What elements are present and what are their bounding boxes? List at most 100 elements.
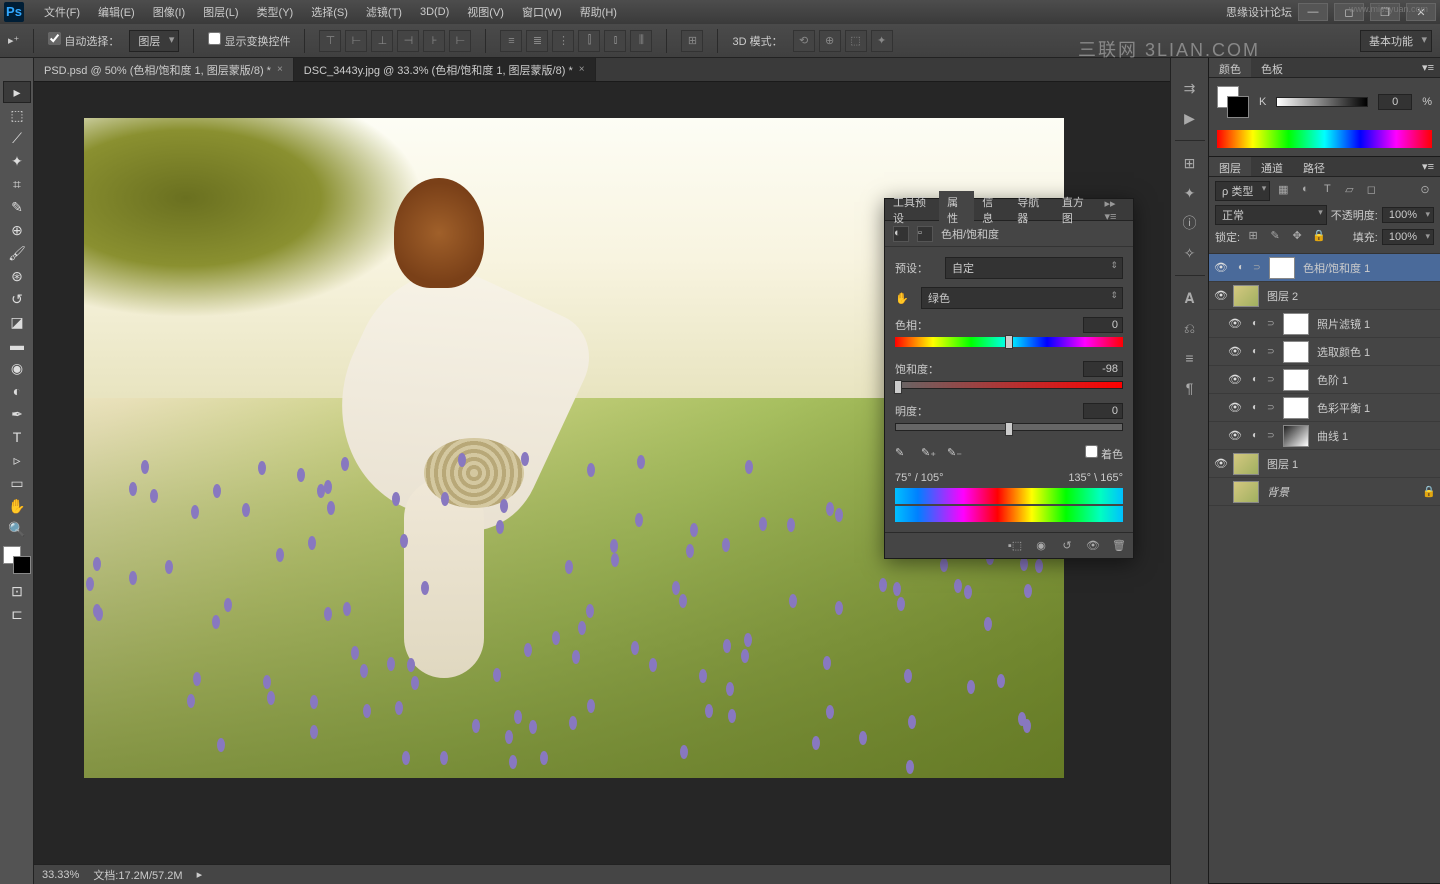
menu-item[interactable]: 视图(V) xyxy=(459,2,512,22)
eyedropper-icon[interactable]: ✎ xyxy=(895,446,911,462)
prop-tab[interactable]: 导航器 xyxy=(1009,191,1054,229)
visibility-icon[interactable]: 👁 xyxy=(1227,429,1243,442)
layer-thumb[interactable] xyxy=(1283,369,1309,391)
k-value[interactable]: 0 xyxy=(1378,94,1412,110)
blend-mode[interactable]: 正常 xyxy=(1215,205,1327,225)
dock-icon[interactable]: ⊞ xyxy=(1177,151,1203,175)
layer-thumb[interactable] xyxy=(1233,453,1259,475)
layer-row[interactable]: 👁◐⊃色彩平衡 1 xyxy=(1209,394,1440,422)
path-tool[interactable]: ▹ xyxy=(3,449,31,471)
eyedropper-tool[interactable]: ✎ xyxy=(3,196,31,218)
dock-icon[interactable]: ✦ xyxy=(1177,181,1203,205)
menu-item[interactable]: 图像(I) xyxy=(145,2,193,22)
menu-item[interactable]: 类型(Y) xyxy=(249,2,302,22)
3d1-icon[interactable]: ⟲ xyxy=(793,30,815,52)
lasso-tool[interactable]: ⟋ xyxy=(3,127,31,149)
marquee-tool[interactable]: ⬚ xyxy=(3,104,31,126)
panel-menu-icon[interactable]: ▾≡ xyxy=(1416,58,1440,77)
type-tool[interactable]: T xyxy=(3,426,31,448)
hand-icon[interactable]: ✋ xyxy=(895,292,915,305)
layer-thumb[interactable] xyxy=(1283,341,1309,363)
status-arrow-icon[interactable]: ▸ xyxy=(197,868,203,881)
layer-row[interactable]: 👁 图层 1 xyxy=(1209,450,1440,478)
layers-tab[interactable]: 图层 xyxy=(1209,157,1251,176)
color-swatch[interactable] xyxy=(3,546,31,574)
align-vcenter-icon[interactable]: ⊢ xyxy=(345,30,367,52)
prop-tab[interactable]: 直方图 xyxy=(1054,191,1099,229)
menu-item[interactable]: 3D(D) xyxy=(412,4,457,20)
spectrum-picker[interactable] xyxy=(1217,130,1432,148)
auto-select-check[interactable]: 自动选择： xyxy=(48,32,119,49)
screenmode-tool[interactable]: ⊏ xyxy=(3,603,31,625)
dock-icon[interactable]: ⓘ xyxy=(1177,211,1203,235)
lock-all-icon[interactable]: 🔒 xyxy=(1310,229,1328,245)
dist6-icon[interactable]: ⫼ xyxy=(630,30,652,52)
dock-icon[interactable]: ✧ xyxy=(1177,241,1203,265)
layer-name[interactable]: 图层 1 xyxy=(1263,456,1436,472)
wand-tool[interactable]: ✦ xyxy=(3,150,31,172)
3d2-icon[interactable]: ⊕ xyxy=(819,30,841,52)
visibility-icon[interactable]: 👁 xyxy=(1213,261,1229,274)
zoom-value[interactable]: 33.33% xyxy=(42,869,79,881)
fill-value[interactable]: 100% xyxy=(1382,229,1434,245)
visibility-icon[interactable]: 👁 xyxy=(1213,457,1229,470)
opacity-value[interactable]: 100% xyxy=(1382,207,1434,223)
doc-tab[interactable]: DSC_3443y.jpg @ 33.3% (色相/饱和度 1, 图层蒙版/8)… xyxy=(294,58,596,81)
align-left-icon[interactable]: ⊣ xyxy=(397,30,419,52)
dist5-icon[interactable]: ⫾ xyxy=(604,30,626,52)
layer-name[interactable]: 照片滤镜 1 xyxy=(1313,316,1436,332)
prev-icon[interactable]: ◉ xyxy=(1033,538,1049,554)
menu-item[interactable]: 滤镜(T) xyxy=(358,2,410,22)
minimize-icon[interactable]: — xyxy=(1298,3,1328,21)
layer-row[interactable]: 👁◐⊃色相/饱和度 1 xyxy=(1209,254,1440,282)
layer-name[interactable]: 选取颜色 1 xyxy=(1313,344,1436,360)
clip-icon[interactable]: ▪⬚ xyxy=(1007,538,1023,554)
shape-tool[interactable]: ▭ xyxy=(3,472,31,494)
layer-row[interactable]: 👁◐⊃照片滤镜 1 xyxy=(1209,310,1440,338)
dock-icon[interactable]: ▶ xyxy=(1177,106,1203,130)
layer-name[interactable]: 图层 2 xyxy=(1263,288,1436,304)
layer-thumb[interactable] xyxy=(1283,397,1309,419)
hue-value[interactable]: 0 xyxy=(1083,317,1123,333)
visibility-icon[interactable]: 👁 xyxy=(1227,401,1243,414)
menu-item[interactable]: 文件(F) xyxy=(36,2,88,22)
zoom-tool[interactable]: 🔍 xyxy=(3,518,31,540)
lock-pos-icon[interactable]: ✥ xyxy=(1288,229,1306,245)
menu-item[interactable]: 窗口(W) xyxy=(514,2,570,22)
layer-thumb[interactable] xyxy=(1233,285,1259,307)
k-slider[interactable] xyxy=(1276,97,1368,107)
reset-icon[interactable]: ↺ xyxy=(1059,538,1075,554)
align-hcenter-icon[interactable]: ⊦ xyxy=(423,30,445,52)
light-slider[interactable] xyxy=(895,423,1123,431)
visibility-icon[interactable]: 👁 xyxy=(1227,373,1243,386)
layers-tab[interactable]: 路径 xyxy=(1293,157,1335,176)
filter-type-icon[interactable]: T xyxy=(1318,183,1336,199)
dist4-icon[interactable]: ⫿ xyxy=(578,30,600,52)
dock-icon[interactable]: 𝐀 xyxy=(1177,286,1203,310)
layer-name[interactable]: 色阶 1 xyxy=(1313,372,1436,388)
filter-toggle[interactable]: ⊙ xyxy=(1416,183,1434,199)
pen-tool[interactable]: ✒ xyxy=(3,403,31,425)
eyedropper-plus-icon[interactable]: ✎₊ xyxy=(921,446,937,462)
layer-name[interactable]: 色相/饱和度 1 xyxy=(1299,260,1436,276)
light-value[interactable]: 0 xyxy=(1083,403,1123,419)
visibility-icon[interactable]: 👁 xyxy=(1213,289,1229,302)
fg-bg-swatch[interactable] xyxy=(1217,86,1249,118)
stamp-tool[interactable]: ⊛ xyxy=(3,265,31,287)
trash-icon[interactable]: 🗑 xyxy=(1111,538,1127,554)
layer-name[interactable]: 曲线 1 xyxy=(1313,428,1436,444)
prop-tab[interactable]: 属性 xyxy=(939,191,974,229)
doc-tab[interactable]: PSD.psd @ 50% (色相/饱和度 1, 图层蒙版/8) *× xyxy=(34,58,294,81)
sat-slider[interactable] xyxy=(895,381,1123,389)
layer-name[interactable]: 背景 xyxy=(1263,484,1418,500)
quickmask-tool[interactable]: ⊡ xyxy=(3,580,31,602)
show-transform-check[interactable]: 显示变换控件 xyxy=(208,32,290,49)
dist3-icon[interactable]: ⋮ xyxy=(552,30,574,52)
3d3-icon[interactable]: ⬚ xyxy=(845,30,867,52)
lock-trans-icon[interactable]: ⊞ xyxy=(1244,229,1262,245)
hue-slider[interactable] xyxy=(895,337,1123,347)
crop-tool[interactable]: ⌗ xyxy=(3,173,31,195)
layer-row[interactable]: 👁◐⊃色阶 1 xyxy=(1209,366,1440,394)
visibility-icon[interactable]: 👁 xyxy=(1227,345,1243,358)
blur-tool[interactable]: ◉ xyxy=(3,357,31,379)
